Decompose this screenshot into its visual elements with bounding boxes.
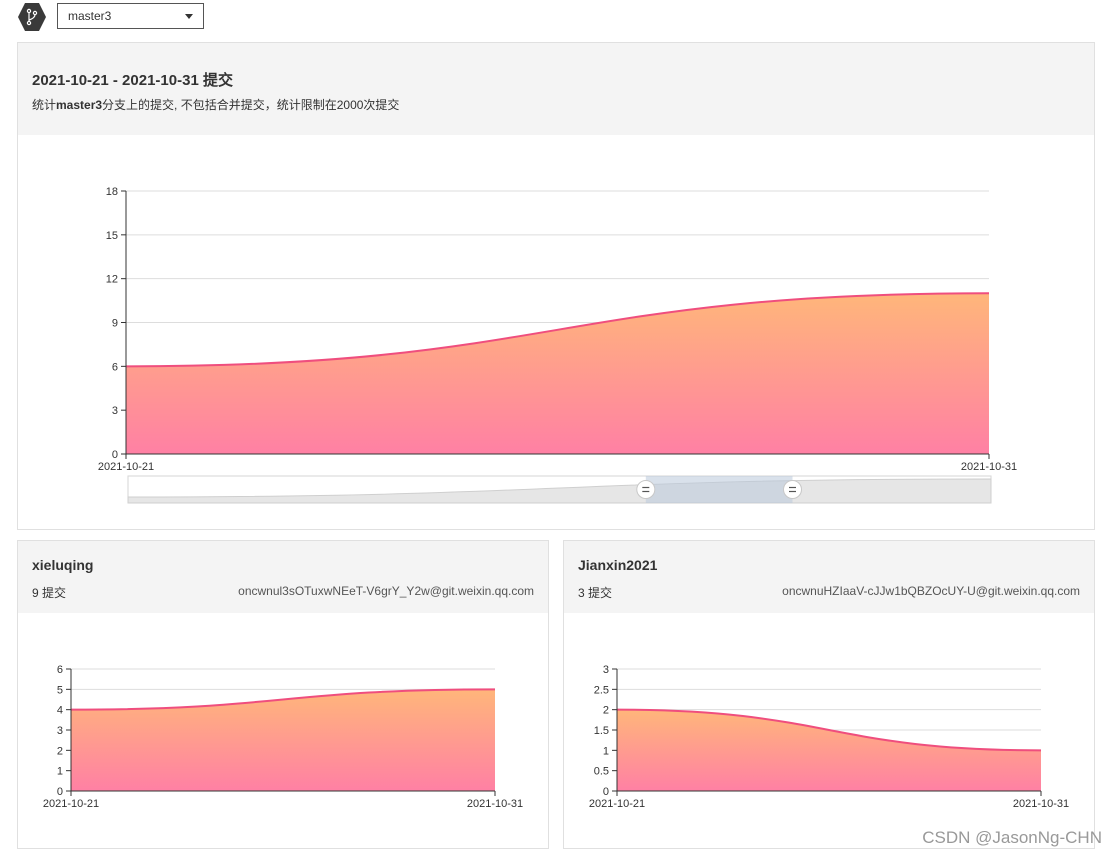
y-tick-label: 6 — [57, 664, 63, 676]
y-tick-label: 1 — [603, 745, 609, 757]
y-tick-label: 0 — [112, 449, 118, 461]
git-branch-icon — [18, 3, 46, 31]
zoom-handle-left[interactable] — [636, 480, 656, 499]
y-tick-label: 9 — [112, 318, 118, 330]
y-tick-label: 0 — [603, 786, 609, 798]
branch-icon-hexagon — [18, 3, 46, 31]
y-tick-label: 2.5 — [594, 684, 609, 696]
y-tick-label: 0.5 — [594, 766, 609, 778]
branch-select[interactable]: master3 — [57, 3, 204, 29]
y-tick-label: 2 — [603, 705, 609, 717]
x-tick-label: 2021-10-21 — [98, 461, 154, 473]
x-tick-label: 2021-10-31 — [467, 798, 523, 810]
zoom-handle-circle — [783, 480, 803, 499]
series-area — [617, 709, 1041, 791]
contributor-card-2: Jianxin2021 3 提交 oncwnuHZIaaV-cJJw1bQBZO… — [563, 540, 1095, 849]
zoom-handle-right[interactable] — [783, 480, 803, 499]
x-tick-label: 2021-10-31 — [1013, 798, 1069, 810]
y-tick-label: 15 — [106, 230, 118, 242]
y-tick-label: 6 — [112, 361, 118, 373]
branch-commits-card: 2021-10-21 - 2021-10-31 提交 统计master3分支上的… — [17, 42, 1095, 530]
y-tick-label: 3 — [112, 405, 118, 417]
y-tick-label: 4 — [57, 705, 63, 717]
y-tick-label: 18 — [106, 186, 118, 198]
chevron-down-icon — [185, 14, 193, 19]
contributor-card-1: xieluqing 9 提交 oncwnul3sOTuxwNEeT-V6grY_… — [17, 540, 549, 849]
y-tick-label: 3 — [57, 725, 63, 737]
series-area — [126, 293, 989, 454]
total-commits-chart: 0 3 6 9 12 15 18 2021-10-21 2021-10-31 — [98, 186, 1017, 504]
y-tick-label: 0 — [57, 786, 63, 798]
y-tick-label: 5 — [57, 684, 63, 696]
y-tick-label: 2 — [57, 745, 63, 757]
zoom-slider-window[interactable] — [645, 476, 793, 503]
x-tick-label: 2021-10-21 — [589, 798, 645, 810]
y-tick-label: 1 — [57, 766, 63, 778]
branch-select-value: master3 — [68, 9, 112, 23]
series-area — [71, 689, 495, 791]
watermark: CSDN @JasonNg-CHN — [922, 828, 1102, 847]
x-tick-label: 2021-10-21 — [43, 798, 99, 810]
y-tick-label: 3 — [603, 664, 609, 676]
contributor-chart-1: 0 1 2 3 4 5 6 2021-10-21 2021-10-31 — [43, 664, 523, 810]
zoom-handle-circle — [636, 480, 656, 499]
y-tick-label: 12 — [106, 274, 118, 286]
x-tick-label: 2021-10-31 — [961, 461, 1017, 473]
y-tick-label: 1.5 — [594, 725, 609, 737]
contributor-chart-2: 0 0.5 1 1.5 2 2.5 3 2021-10-21 2021-10-31 — [589, 664, 1069, 810]
